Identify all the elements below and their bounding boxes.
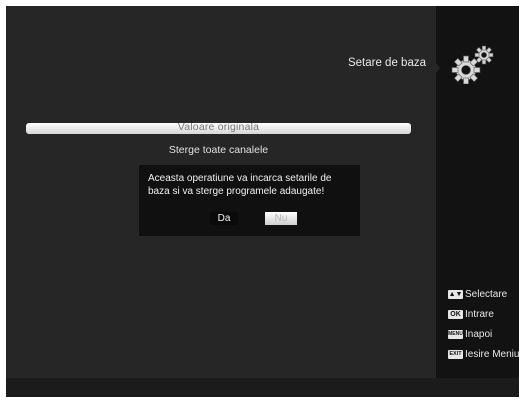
- menu-item-label: Valoare originala: [177, 123, 260, 133]
- side-panel-notch: [434, 60, 440, 76]
- updown-key-icon: ▲▼: [448, 290, 463, 299]
- help-label: Intrare: [465, 309, 494, 320]
- help-legend: ▲▼ Selectare OK Intrare MENU Inapoi EXIT…: [448, 288, 519, 368]
- exit-key-icon: EXIT: [448, 350, 463, 359]
- ok-key-icon: OK: [448, 310, 463, 319]
- menu-item-delete-channels[interactable]: Sterge toate canalele: [26, 144, 411, 156]
- tv-screen: Setare de baza Valoare originala Sterge …: [6, 6, 519, 397]
- help-label: Selectare: [465, 289, 508, 300]
- help-label: Inapoi: [465, 329, 493, 340]
- help-item-enter: OK Intrare: [448, 308, 519, 328]
- help-item-back: MENU Inapoi: [448, 328, 519, 348]
- gear-icon: [451, 45, 494, 84]
- menu-key-icon: MENU: [448, 330, 463, 339]
- help-item-select: ▲▼ Selectare: [448, 288, 519, 308]
- yes-button[interactable]: Da: [210, 212, 238, 225]
- help-item-exit: EXIT Iesire Meniu: [448, 348, 519, 368]
- help-label: Iesire Meniu: [465, 349, 519, 360]
- no-button[interactable]: Nu: [265, 212, 297, 225]
- bottom-bar: [6, 378, 519, 397]
- menu-item-original-value[interactable]: Valoare originala: [26, 123, 411, 134]
- confirm-dialog: Aceasta operatiune va incarca setarile d…: [139, 165, 360, 236]
- page-title: Setare de baza: [347, 57, 426, 69]
- dialog-message: Aceasta operatiune va incarca setarile d…: [148, 173, 332, 197]
